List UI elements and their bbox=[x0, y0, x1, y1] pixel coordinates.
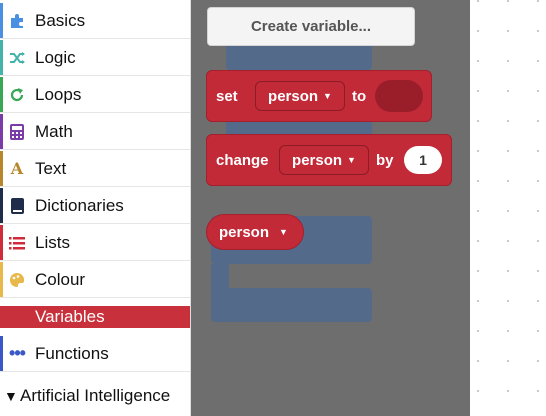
change-variable-block[interactable]: change person ▼ by 1 bbox=[206, 134, 452, 186]
change-keyword: change bbox=[216, 151, 269, 169]
category-stripe bbox=[0, 151, 3, 186]
amount-input[interactable]: 1 bbox=[404, 146, 442, 174]
dropdown-arrow-icon: ▼ bbox=[323, 91, 332, 101]
category-lists[interactable]: Lists bbox=[0, 225, 190, 261]
dropdown-arrow-icon: ▼ bbox=[279, 227, 288, 237]
variable-getter-block[interactable]: person ▼ bbox=[206, 214, 304, 250]
category-label: Functions bbox=[35, 343, 109, 363]
set-variable-block[interactable]: set person ▼ to bbox=[206, 70, 432, 122]
category-label: Colour bbox=[35, 269, 86, 289]
category-label: Math bbox=[35, 121, 73, 141]
category-stripe bbox=[0, 114, 3, 149]
palette-icon bbox=[8, 271, 26, 289]
dots-icon: ••• bbox=[9, 343, 26, 363]
category-stripe bbox=[0, 225, 3, 260]
category-artificial-intelligence[interactable]: ▼ Artificial Intelligence bbox=[0, 378, 190, 414]
category-label: Variables bbox=[35, 307, 105, 326]
category-math[interactable]: Math bbox=[0, 114, 190, 150]
category-text[interactable]: A Text bbox=[0, 151, 190, 187]
category-label: Loops bbox=[35, 84, 82, 104]
category-label: Lists bbox=[35, 232, 70, 252]
category-variables[interactable]: Variables bbox=[0, 306, 190, 328]
variable-name: person bbox=[268, 87, 319, 105]
category-label: Basics bbox=[35, 10, 86, 30]
triangle-down-icon: ▼ bbox=[4, 388, 18, 404]
letter-a-icon: A bbox=[10, 159, 24, 178]
category-dictionaries[interactable]: Dictionaries bbox=[0, 188, 190, 224]
category-stripe bbox=[0, 3, 3, 38]
shuffle-icon bbox=[8, 49, 26, 67]
variable-dropdown[interactable]: person ▼ bbox=[279, 145, 369, 175]
toolbox: Basics Logic Loops Math A Text Dictionar… bbox=[0, 0, 191, 416]
create-variable-button[interactable]: Create variable... bbox=[207, 7, 415, 46]
variable-name: person bbox=[219, 223, 270, 241]
variable-dropdown[interactable]: person ▼ bbox=[255, 81, 345, 111]
category-stripe bbox=[0, 40, 3, 75]
category-logic[interactable]: Logic bbox=[0, 40, 190, 76]
to-keyword: to bbox=[352, 87, 367, 105]
category-label: Artificial Intelligence bbox=[20, 386, 171, 405]
category-basics[interactable]: Basics bbox=[0, 3, 190, 39]
calculator-icon bbox=[8, 123, 26, 141]
by-keyword: by bbox=[376, 151, 394, 169]
category-label: Logic bbox=[35, 47, 76, 67]
puzzle-icon bbox=[8, 12, 26, 30]
value-input-slot[interactable] bbox=[375, 80, 423, 112]
category-loops[interactable]: Loops bbox=[0, 77, 190, 113]
category-stripe bbox=[0, 336, 3, 371]
category-functions[interactable]: ••• Functions bbox=[0, 336, 190, 372]
category-stripe bbox=[0, 77, 3, 112]
category-label: Dictionaries bbox=[35, 195, 124, 215]
set-keyword: set bbox=[216, 87, 238, 105]
book-icon bbox=[8, 197, 26, 215]
loop-arrow-icon bbox=[8, 86, 26, 104]
list-icon bbox=[8, 234, 26, 252]
ghost-block bbox=[211, 288, 372, 322]
category-stripe bbox=[0, 262, 3, 297]
category-colour[interactable]: Colour bbox=[0, 262, 190, 298]
category-stripe bbox=[0, 188, 3, 223]
dropdown-arrow-icon: ▼ bbox=[347, 155, 356, 165]
category-label: Text bbox=[35, 158, 67, 178]
variable-name: person bbox=[292, 151, 343, 169]
